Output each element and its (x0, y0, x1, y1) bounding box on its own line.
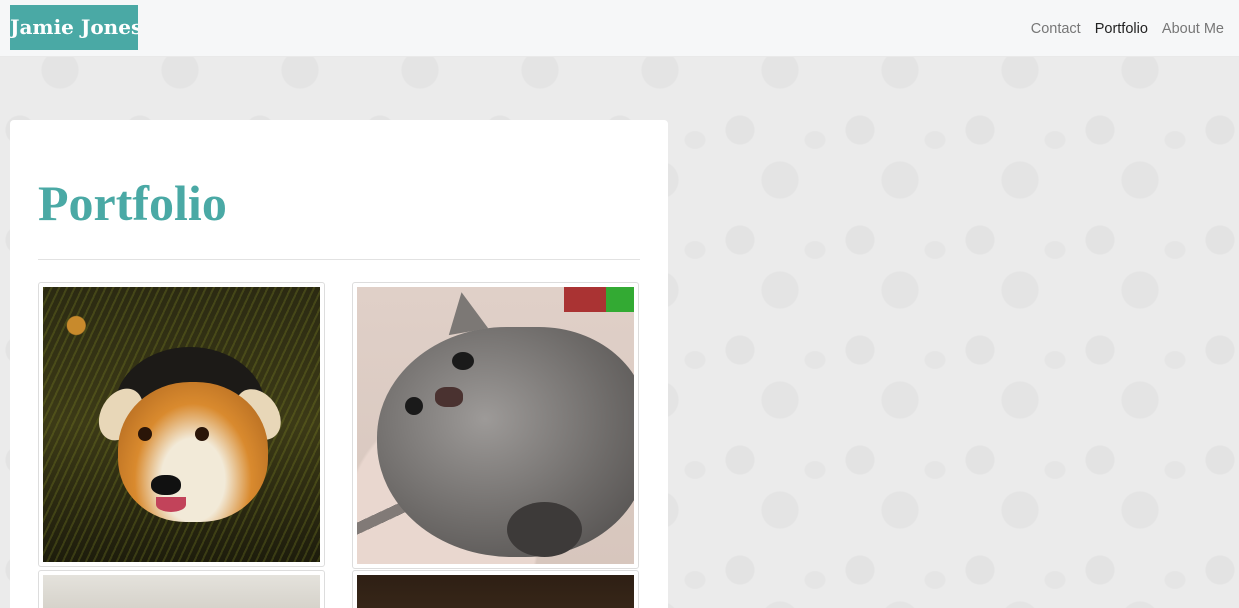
gallery-photo-4 (357, 575, 634, 608)
kitten-photo (357, 287, 634, 564)
top-navbar: Jamie Jones Contact Portfolio About Me (0, 0, 1239, 57)
nav-link-about-me[interactable]: About Me (1162, 21, 1224, 37)
nav-link-contact[interactable]: Contact (1031, 21, 1081, 37)
gallery-photo-3 (43, 575, 320, 608)
gallery-item-kitten[interactable] (352, 282, 639, 569)
portfolio-card: Portfolio (10, 120, 668, 608)
gallery-item-3[interactable] (38, 570, 325, 608)
dog-photo (43, 287, 320, 562)
page-title: Portfolio (38, 175, 227, 231)
brand-logo[interactable]: Jamie Jones (10, 5, 138, 50)
nav-link-portfolio[interactable]: Portfolio (1095, 21, 1148, 37)
gallery-item-dog[interactable] (38, 282, 325, 567)
title-divider (38, 259, 640, 260)
gallery-item-4[interactable] (352, 570, 639, 608)
nav-links: Contact Portfolio About Me (1031, 0, 1224, 57)
